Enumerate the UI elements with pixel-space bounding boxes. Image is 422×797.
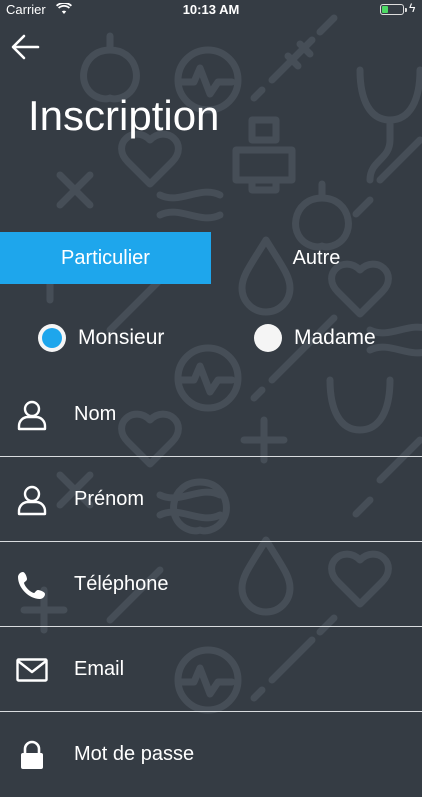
radio-madame-label: Madame — [294, 326, 376, 349]
status-bar: Carrier 10:13 AM ϟ — [0, 0, 422, 20]
phone-icon — [18, 572, 45, 599]
email-placeholder: Email — [74, 658, 125, 680]
user-icon — [17, 485, 47, 516]
prenom-field[interactable]: Prénom — [0, 458, 422, 542]
radio-unselected-icon — [254, 324, 282, 352]
tab-particulier[interactable]: Particulier — [0, 232, 211, 284]
radio-monsieur[interactable]: Monsieur — [38, 318, 164, 358]
radio-selected-icon — [38, 324, 66, 352]
prenom-placeholder: Prénom — [74, 488, 145, 510]
mail-icon — [16, 658, 48, 682]
nom-placeholder: Nom — [74, 403, 117, 425]
account-type-segmented-control: Particulier Autre — [0, 232, 422, 284]
page-title: Inscription — [28, 92, 220, 139]
password-field[interactable]: Mot de passe — [0, 713, 422, 797]
telephone-field[interactable]: Téléphone — [0, 543, 422, 627]
radio-madame[interactable]: Madame — [254, 318, 376, 358]
charging-bolt-icon: ϟ — [409, 1, 416, 15]
email-field[interactable]: Email — [0, 628, 422, 712]
telephone-placeholder: Téléphone — [74, 573, 169, 595]
lock-icon — [21, 740, 43, 769]
civility-radio-group: Monsieur Madame — [0, 318, 422, 358]
arrow-left-icon[interactable] — [8, 30, 42, 64]
nom-field[interactable]: Nom — [0, 373, 422, 457]
password-placeholder: Mot de passe — [74, 743, 195, 765]
radio-monsieur-label: Monsieur — [78, 326, 165, 349]
user-icon — [17, 400, 47, 431]
clock-time: 10:13 AM — [182, 2, 240, 17]
tab-autre[interactable]: Autre — [211, 232, 422, 284]
battery-icon — [380, 4, 407, 15]
